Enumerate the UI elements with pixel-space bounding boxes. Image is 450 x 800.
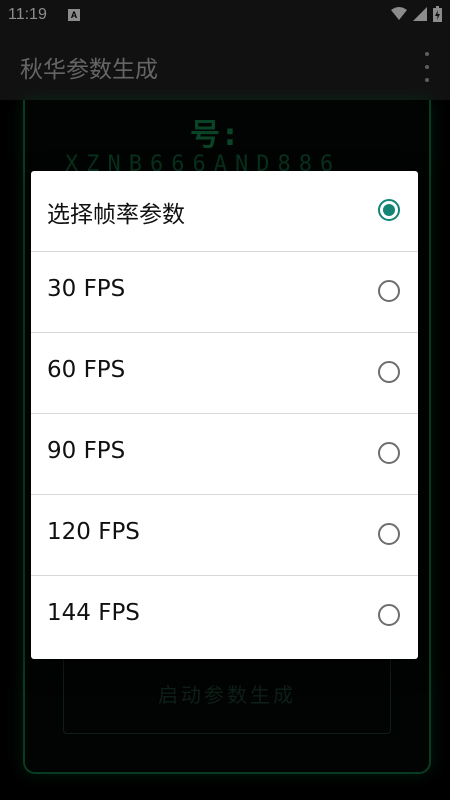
- option-144-fps[interactable]: 144 FPS: [31, 576, 418, 657]
- radio-icon[interactable]: [378, 199, 400, 221]
- option-label: 90 FPS: [47, 438, 126, 464]
- option-30-fps[interactable]: 30 FPS: [31, 252, 418, 333]
- radio-icon[interactable]: [378, 442, 400, 464]
- option-label: 30 FPS: [47, 276, 126, 302]
- radio-icon[interactable]: [378, 523, 400, 545]
- option-label: 60 FPS: [47, 357, 126, 383]
- option-label: 选择帧率参数: [47, 202, 185, 228]
- option-60-fps[interactable]: 60 FPS: [31, 333, 418, 414]
- option-90-fps[interactable]: 90 FPS: [31, 414, 418, 495]
- option-label: 120 FPS: [47, 519, 140, 545]
- option-120-fps[interactable]: 120 FPS: [31, 495, 418, 576]
- fps-dialog: 选择帧率参数 30 FPS 60 FPS 90 FPS 120 FPS 144 …: [31, 171, 418, 659]
- radio-icon[interactable]: [378, 361, 400, 383]
- option-select-fps[interactable]: 选择帧率参数: [31, 171, 418, 252]
- option-label: 144 FPS: [47, 600, 140, 626]
- radio-icon[interactable]: [378, 604, 400, 626]
- radio-icon[interactable]: [378, 280, 400, 302]
